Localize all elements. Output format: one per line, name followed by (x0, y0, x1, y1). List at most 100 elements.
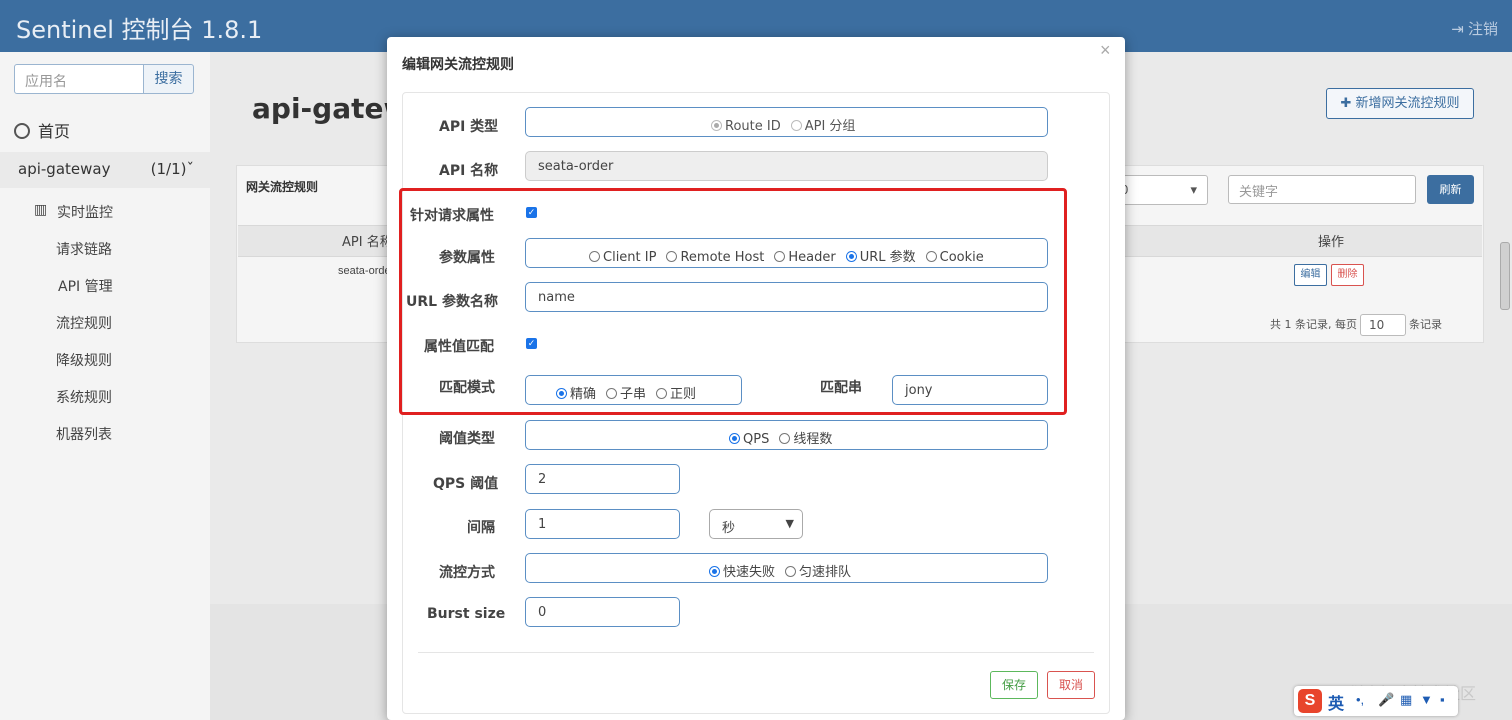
param-attr-group: Client IP Remote Host Header URL 参数 Cookie (525, 238, 1048, 268)
modal-title: 编辑网关流控规则 (402, 57, 514, 73)
radio-label: Route ID (725, 119, 781, 134)
scrollbar-thumb[interactable] (1500, 242, 1510, 310)
cancel-button[interactable]: 取消 (1047, 671, 1095, 699)
save-button[interactable]: 保存 (990, 671, 1038, 699)
col-ops: 操作 (1318, 235, 1345, 250)
nav-request-chain[interactable]: 请求链路 (0, 230, 210, 267)
nav-system-rules[interactable]: 系统规则 (0, 378, 210, 415)
caret-down-icon: ▾ (1190, 182, 1197, 197)
interval-value: 1 (538, 517, 547, 532)
radio-icon (729, 433, 740, 444)
toolbox-icon[interactable]: ▪ (1440, 692, 1454, 708)
threshold-type-label: 阈值类型 (439, 431, 495, 447)
radio-cookie[interactable]: Cookie (925, 250, 984, 265)
nav-machine-list[interactable]: 机器列表 (0, 415, 210, 452)
radio-label: 线程数 (793, 432, 833, 447)
add-gateway-rule-button[interactable]: ✚ 新增网关流控规则 (1326, 88, 1474, 119)
radio-fast-fail[interactable]: 快速失败 (709, 565, 775, 580)
app-name: api-gateway (18, 160, 111, 178)
nav-label: API 管理 (58, 279, 113, 295)
api-name-field: seata-order (525, 151, 1048, 181)
match-str-label: 匹配串 (820, 380, 862, 396)
radio-remote-host[interactable]: Remote Host (666, 250, 764, 265)
radio-threads[interactable]: 线程数 (779, 432, 832, 447)
punctuation-icon[interactable]: •, (1356, 692, 1370, 708)
radio-header[interactable]: Header (774, 250, 836, 265)
radio-label: 正则 (670, 387, 697, 402)
chevron-down-icon: ˇ (186, 160, 195, 178)
radio-client-ip[interactable]: Client IP (589, 250, 656, 265)
nav-app-api-gateway[interactable]: api-gateway (1/1)ˇ (0, 152, 210, 188)
nav-degrade-rules[interactable]: 降级规则 (0, 341, 210, 378)
ime-toolbar[interactable]: S 英 •, 🎤 ▦ ▼ ▪ (1294, 686, 1458, 716)
interval-label: 间隔 (467, 520, 495, 536)
attr-match-label: 属性值匹配 (424, 339, 494, 355)
attr-match-checkbox[interactable]: ✓ (526, 338, 537, 349)
nav-label: 系统规则 (56, 390, 112, 406)
page-select[interactable]: 0▾ (1112, 175, 1208, 205)
nav-home[interactable]: 首页 (14, 118, 70, 142)
nav-realtime-monitor[interactable]: ▥ 实时监控 (0, 193, 210, 230)
app-count: (1/1)ˇ (150, 160, 195, 178)
nav-api-manage[interactable]: API 管理 (0, 267, 210, 304)
delete-button[interactable]: 删除 (1331, 264, 1364, 286)
match-mode-group: 精确 子串 正则 (525, 375, 742, 405)
panel-title: 网关流控规则 (246, 180, 319, 194)
burst-input[interactable]: 0 (525, 597, 680, 627)
refresh-button[interactable]: 刷新 (1427, 175, 1474, 204)
footer-divider (418, 652, 1094, 653)
radio-url-param[interactable]: URL 参数 (845, 250, 916, 265)
interval-input[interactable]: 1 (525, 509, 680, 539)
dashboard-icon (14, 123, 30, 139)
radio-regex[interactable]: 正则 (656, 387, 696, 402)
pager: 共 1 条记录, 每页 10 条记录 (1270, 314, 1442, 336)
edit-button[interactable]: 编辑 (1294, 264, 1327, 286)
control-group: 快速失败 匀速排队 (525, 553, 1048, 583)
page-size-input[interactable]: 10 (1360, 314, 1406, 336)
param-attr-label: 参数属性 (439, 250, 495, 266)
qps-input[interactable]: 2 (525, 464, 680, 494)
radio-icon (711, 120, 722, 131)
req-attr-checkbox[interactable]: ✓ (526, 207, 537, 218)
radio-label: 子串 (620, 387, 647, 402)
url-param-input[interactable]: name (525, 282, 1048, 312)
skin-icon[interactable]: ▼ (1420, 692, 1434, 708)
burst-label: Burst size (427, 606, 506, 622)
app-search-input[interactable]: 应用名 (14, 64, 144, 94)
logout-link[interactable]: ⇥ 注销 (1451, 18, 1498, 39)
match-mode-radios: 精确 子串 正则 (556, 383, 706, 402)
radio-exact[interactable]: 精确 (556, 387, 596, 402)
control-radios: 快速失败 匀速排队 (709, 561, 861, 580)
keyword-input[interactable]: 关键字 (1228, 175, 1416, 204)
logout-label: 注销 (1467, 21, 1498, 38)
microphone-icon[interactable]: 🎤 (1378, 692, 1394, 708)
ime-mode[interactable]: 英 (1328, 690, 1344, 714)
nav-label: 降级规则 (56, 353, 112, 369)
radio-route-id[interactable]: Route ID (711, 119, 781, 134)
keyboard-icon[interactable]: ▦ (1400, 692, 1414, 708)
nav-flow-rules[interactable]: 流控规则 (0, 304, 210, 341)
radio-icon (845, 251, 857, 262)
interval-unit-select[interactable]: 秒 ▼ (709, 509, 803, 539)
radio-icon (925, 251, 937, 262)
radio-api-group[interactable]: API 分组 (790, 119, 855, 134)
interval-unit-value: 秒 (722, 521, 736, 536)
radio-icon (785, 566, 797, 577)
radio-label: Header (788, 250, 836, 265)
api-type-label: API 类型 (439, 119, 499, 135)
radio-qps[interactable]: QPS (729, 432, 769, 447)
pager-suffix: 条记录 (1409, 318, 1442, 331)
radio-substring[interactable]: 子串 (606, 387, 646, 402)
ime-logo-icon: S (1298, 689, 1322, 713)
add-button-label: 新增网关流控规则 (1355, 96, 1460, 111)
radio-icon (774, 251, 786, 262)
radio-icon (666, 251, 678, 262)
match-str-input[interactable]: jony (892, 375, 1048, 405)
radio-icon (606, 388, 618, 399)
app-search-button[interactable]: 搜索 (143, 64, 194, 94)
radio-queue[interactable]: 匀速排队 (785, 565, 851, 580)
pager-prefix: 共 1 条记录, 每页 (1270, 318, 1357, 331)
row-api-name: seata-orde (338, 265, 391, 277)
close-icon[interactable]: × (1100, 40, 1111, 61)
app-title: Sentinel 控制台 1.8.1 (16, 16, 263, 44)
